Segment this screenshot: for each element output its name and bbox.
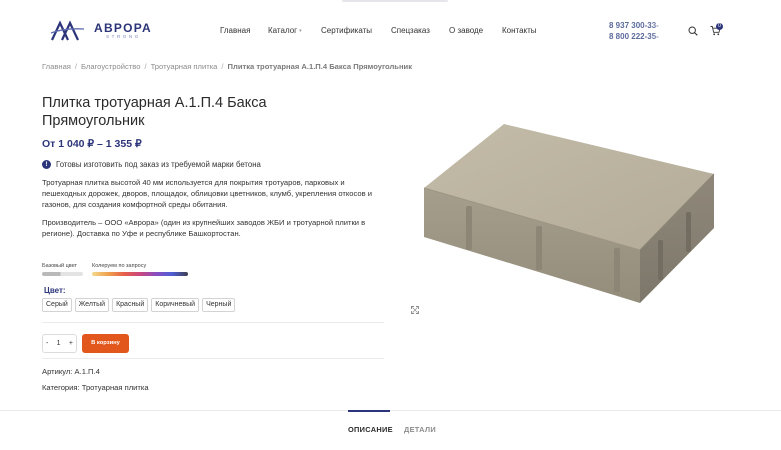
base-color-label: Базовый цвет bbox=[42, 263, 78, 269]
quantity-increase-button[interactable]: + bbox=[69, 335, 73, 352]
sku-value: А.1.П.4 bbox=[74, 367, 100, 376]
breadcrumb-separator: / bbox=[144, 62, 147, 71]
color-option-red[interactable]: Красный bbox=[112, 298, 149, 312]
custom-color-swatch: Колеруем по запросу bbox=[92, 263, 188, 276]
quantity-stepper: - 1 + bbox=[42, 334, 77, 353]
nav-item-certificates[interactable]: Сертификаты bbox=[321, 26, 372, 36]
nav-item-about[interactable]: О заводе bbox=[449, 26, 483, 36]
color-option-yellow[interactable]: Желтый bbox=[74, 298, 110, 312]
breadcrumb-separator: / bbox=[221, 62, 224, 71]
nav-item-home[interactable]: Главная bbox=[220, 26, 250, 36]
site-header: АВРОРА STRONG Главная Каталог ▾ Сертифика… bbox=[0, 0, 781, 62]
product-image[interactable] bbox=[418, 110, 718, 310]
breadcrumb-home[interactable]: Главная bbox=[42, 62, 71, 71]
chevron-down-icon: ▾ bbox=[299, 28, 302, 34]
base-color-swatch: Базовый цвет bbox=[42, 263, 83, 276]
breadcrumb-landscaping[interactable]: Благоустройство bbox=[81, 62, 140, 71]
info-icon: ! bbox=[42, 160, 51, 169]
color-option-brown[interactable]: Коричневый bbox=[151, 298, 200, 312]
product-description: Тротуарная плитка высотой 40 мм использу… bbox=[42, 178, 372, 209]
color-options: Серый Желтый Красный Коричневый Черный bbox=[42, 298, 238, 312]
category-value[interactable]: Тротуарная плитка bbox=[82, 383, 149, 392]
site-logo[interactable]: АВРОРА STRONG bbox=[50, 19, 152, 43]
color-option-black[interactable]: Черный bbox=[202, 298, 236, 312]
tab-description[interactable]: ОПИСАНИЕ bbox=[348, 425, 393, 434]
custom-color-label: Колеруем по запросу bbox=[92, 263, 147, 269]
color-label: Цвет: bbox=[44, 286, 66, 295]
nav-item-catalog[interactable]: Каталог ▾ bbox=[268, 26, 302, 36]
nav-item-contacts[interactable]: Контакты bbox=[502, 26, 537, 36]
breadcrumb: Главная / Благоустройство / Тротуарная плитк… bbox=[42, 62, 412, 72]
divider bbox=[42, 358, 384, 359]
logo-tagline: STRONG bbox=[106, 34, 141, 40]
phone-block: 8 937 300-33- 8 800 222-35- bbox=[609, 20, 671, 42]
made-to-order-notice: ! Готовы изготовить под заказ из требуем… bbox=[42, 160, 261, 169]
logo-mark-icon bbox=[50, 20, 85, 41]
phone-1[interactable]: 8 937 300-33- bbox=[609, 20, 671, 31]
sku-label: Артикул: bbox=[42, 367, 73, 376]
base-color-bar bbox=[42, 272, 83, 276]
notice-text: Готовы изготовить под заказ из требуемой… bbox=[56, 160, 261, 169]
product-sku: Артикул: А.1.П.4 bbox=[42, 367, 100, 376]
color-option-gray[interactable]: Серый bbox=[42, 298, 72, 312]
category-label: Категория: bbox=[42, 383, 80, 392]
breadcrumb-paving-tiles[interactable]: Тротуарная плитка bbox=[151, 62, 218, 71]
product-title: Плитка тротуарная А.1.П.4 Бакса Прямоуго… bbox=[42, 95, 267, 129]
breadcrumb-separator: / bbox=[74, 62, 78, 71]
nav-item-catalog-label: Каталог bbox=[268, 26, 298, 35]
nav-item-special-order[interactable]: Спецзаказ bbox=[391, 26, 430, 36]
add-to-cart-button[interactable]: В корзину bbox=[82, 334, 129, 353]
manufacturer-info: Производитель – ООО «Аврора» (один из кр… bbox=[42, 218, 366, 238]
logo-name: АВРОРА bbox=[94, 21, 152, 36]
divider bbox=[42, 322, 384, 323]
search-icon[interactable] bbox=[688, 26, 698, 36]
quantity-input[interactable]: 1 bbox=[48, 335, 69, 352]
tabs-divider bbox=[0, 410, 781, 411]
active-tab-indicator bbox=[348, 410, 390, 412]
product-price: От 1 040 ₽ – 1 355 ₽ bbox=[42, 138, 142, 150]
zoom-icon[interactable] bbox=[411, 306, 419, 314]
breadcrumb-current: Плитка тротуарная А.1.П.4 Бакса Прямоуго… bbox=[227, 62, 413, 71]
custom-color-bar bbox=[92, 272, 188, 276]
cart-count-badge: 0 bbox=[716, 23, 723, 30]
top-scroll-indicator bbox=[342, 0, 448, 2]
phone-2[interactable]: 8 800 222-35- bbox=[609, 31, 671, 42]
product-category: Категория: Тротуарная плитка bbox=[42, 383, 149, 392]
tab-details[interactable]: ДЕТАЛИ bbox=[404, 425, 436, 434]
